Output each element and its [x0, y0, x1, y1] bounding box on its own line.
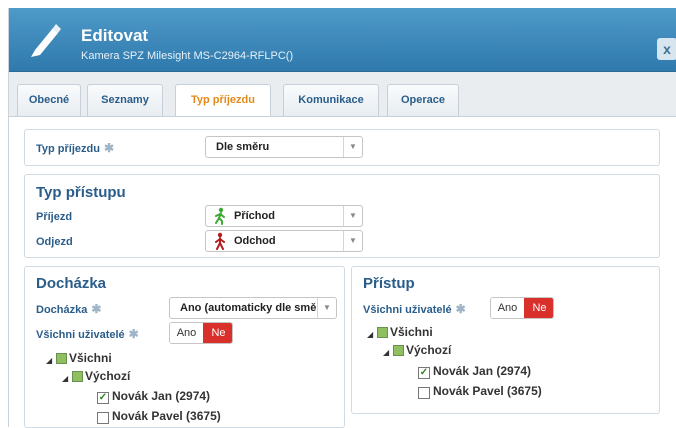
dialog-titlebar: Editovat Kamera SPZ Milesight MS-C2964-R… — [9, 8, 676, 72]
required-icon: ✱ — [128, 327, 139, 341]
arrival-type-label: Typ příjezdu ✱ — [36, 141, 114, 155]
attendance-field-label: Docházka ✱ — [36, 302, 101, 316]
chevron-down-icon: ▼ — [343, 206, 362, 226]
walk-in-icon — [215, 207, 225, 225]
departure-value: Odchod — [234, 235, 276, 247]
tree-group[interactable]: Výchozí — [406, 343, 451, 357]
access-type-title: Typ přístupu — [36, 184, 126, 201]
access-panel: Přístup Všichni uživatelé ✱ Ano Ne ◢ Všic… — [351, 266, 660, 414]
close-icon: x — [663, 41, 671, 57]
tree-user[interactable]: Novák Jan (2974) — [112, 389, 210, 403]
tab-bar: Obecné Seznamy Typ příjezdu Komunikace O… — [9, 72, 676, 117]
attendance-select[interactable]: Ano (automaticky dle směru) ▼ — [169, 297, 337, 319]
checkbox-checked[interactable]: ✓ — [418, 367, 430, 379]
walk-out-icon — [215, 232, 225, 250]
arrival-type-label-text: Typ příjezdu — [36, 143, 100, 155]
tree-user[interactable]: Novák Pavel (3675) — [112, 409, 221, 423]
attendance-panel: Docházka Docházka ✱ Ano (automaticky dle … — [24, 266, 345, 428]
chevron-down-icon: ▼ — [317, 298, 336, 318]
checkbox-checked[interactable]: ✓ — [97, 392, 109, 404]
access-all-users-label: Všichni uživatelé ✱ — [363, 302, 466, 316]
toggle-yes[interactable]: Ano — [170, 323, 203, 343]
pencil-icon — [31, 24, 61, 57]
tab-general[interactable]: Obecné — [17, 84, 81, 116]
tree-user[interactable]: Novák Pavel (3675) — [433, 384, 542, 398]
access-type-panel: Typ přístupu Příjezd Příchod ▼ Odjezd Od… — [24, 174, 660, 258]
attendance-all-users-toggle[interactable]: Ano Ne — [169, 322, 233, 344]
top-strip — [0, 0, 676, 8]
dialog-title: Editovat — [81, 26, 149, 45]
close-button[interactable]: x — [657, 38, 676, 60]
required-icon: ✱ — [103, 141, 115, 155]
toggle-no[interactable]: Ne — [203, 323, 232, 343]
access-title: Přístup — [363, 275, 415, 292]
expand-caret-icon[interactable]: ◢ — [367, 330, 373, 339]
expand-caret-icon[interactable]: ◢ — [62, 374, 68, 383]
expand-caret-icon[interactable]: ◢ — [383, 348, 389, 357]
access-all-users-toggle[interactable]: Ano Ne — [490, 297, 554, 319]
expand-caret-icon[interactable]: ◢ — [46, 356, 52, 365]
attendance-field-label-text: Docházka — [36, 304, 88, 316]
attendance-title: Docházka — [36, 275, 107, 292]
tree-user[interactable]: Novák Jan (2974) — [433, 364, 531, 378]
chevron-down-icon: ▼ — [343, 231, 362, 251]
chevron-down-icon: ▼ — [343, 137, 362, 157]
arrival-select[interactable]: Příchod ▼ — [205, 205, 363, 227]
departure-label: Odjezd — [36, 236, 73, 248]
attendance-value: Ano (automaticky dle směru) — [180, 302, 331, 314]
dialog-subtitle: Kamera SPZ Milesight MS-C2964-RFLPC() — [81, 50, 294, 62]
arrival-label: Příjezd — [36, 211, 73, 223]
access-all-users-text: Všichni uživatelé — [363, 304, 452, 316]
group-icon — [72, 371, 83, 382]
arrival-type-select[interactable]: Dle směru ▼ — [205, 136, 363, 158]
arrival-type-panel: Typ příjezdu ✱ Dle směru ▼ — [24, 129, 660, 166]
checkbox[interactable] — [418, 387, 430, 399]
toggle-yes[interactable]: Ano — [491, 298, 524, 318]
toggle-no[interactable]: Ne — [524, 298, 553, 318]
attendance-all-users-label: Všichni uživatelé ✱ — [36, 327, 139, 341]
required-icon: ✱ — [91, 302, 102, 316]
tab-content: Typ příjezdu ✱ Dle směru ▼ Typ přístupu P… — [9, 116, 676, 428]
screen: Editovat Kamera SPZ Milesight MS-C2964-R… — [0, 0, 676, 428]
tree-root[interactable]: Všichni — [390, 325, 433, 339]
group-icon — [56, 353, 67, 364]
checkbox[interactable] — [97, 412, 109, 424]
tab-operations[interactable]: Operace — [387, 84, 459, 116]
group-icon — [377, 327, 388, 338]
tree-root[interactable]: Všichni — [69, 351, 112, 365]
group-icon — [393, 345, 404, 356]
attendance-all-users-text: Všichni uživatelé — [36, 329, 125, 341]
tab-lists[interactable]: Seznamy — [87, 84, 163, 116]
tab-communication[interactable]: Komunikace — [283, 84, 379, 116]
required-icon: ✱ — [455, 302, 466, 316]
tab-arrival-type[interactable]: Typ příjezdu — [175, 84, 271, 117]
tree-group[interactable]: Výchozí — [85, 369, 130, 383]
edit-dialog: Editovat Kamera SPZ Milesight MS-C2964-R… — [8, 8, 676, 428]
arrival-type-value: Dle směru — [216, 141, 270, 153]
departure-select[interactable]: Odchod ▼ — [205, 230, 363, 252]
arrival-value: Příchod — [234, 210, 275, 222]
